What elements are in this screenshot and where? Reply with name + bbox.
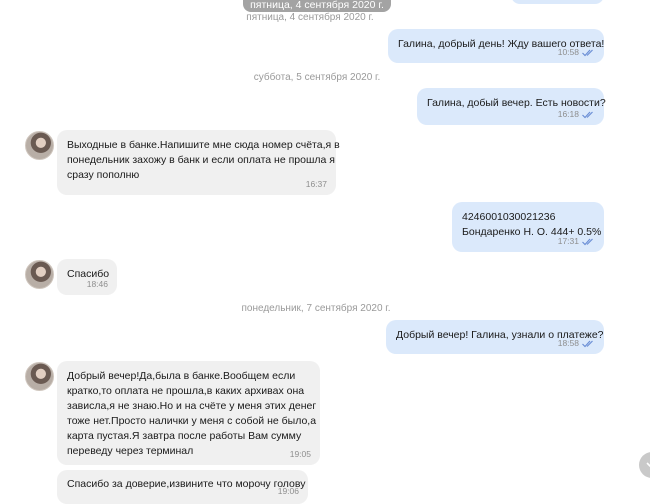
avatar[interactable] [25, 362, 54, 391]
date-separator-monday: понедельник, 7 сентября 2020 г. [241, 303, 391, 314]
scroll-down-button[interactable] [639, 452, 650, 478]
message-incoming[interactable]: Спасибо 18:46 [57, 259, 117, 295]
message-time: 16:18 [557, 109, 579, 119]
floating-date-header: пятница, 4 сентября 2020 г. [243, 0, 391, 12]
double-check-icon [582, 340, 595, 348]
message-time: 18:46 [86, 279, 108, 289]
message-outgoing[interactable]: 4246001030021236 Бондаренко Н. О. 444+ 0… [452, 202, 604, 252]
avatar[interactable] [25, 260, 54, 289]
message-incoming[interactable]: Спасибо за доверие,извините что морочу г… [57, 470, 308, 504]
message-time: 19:05 [289, 449, 311, 459]
message-time: 10:58 [557, 47, 579, 57]
message-outgoing[interactable]: Галина, добрый день! Жду вашего ответа! … [388, 29, 604, 63]
message-time: 16:37 [305, 179, 327, 189]
avatar[interactable] [25, 131, 54, 160]
date-separator-saturday: суббота, 5 сентября 2020 г. [253, 72, 381, 83]
message-text: Добрый вечер!Да,была в банке.Вообщем есл… [67, 370, 317, 457]
message-incoming[interactable]: Выходные в банке.Напишите мне сюда номер… [57, 130, 340, 195]
message-time: 19:06 [277, 486, 299, 496]
message-incoming[interactable]: Добрый вечер!Да,была в банке.Вообщем есл… [57, 361, 320, 465]
message-text: Выходные в банке.Напишите мне сюда номер… [67, 139, 340, 181]
message-outgoing[interactable]: Галина, добый вечер. Есть новости? 16:18 [417, 88, 606, 125]
message-time: 17:31 [557, 236, 579, 246]
message-outgoing[interactable]: Добрый вечер! Галина, узнали о платеже? … [386, 320, 604, 354]
double-check-icon [582, 111, 595, 119]
double-check-icon [582, 238, 595, 246]
message-text: Спасибо за доверие,извините что морочу г… [67, 478, 306, 490]
double-check-icon [582, 49, 595, 57]
date-separator-friday: пятница, 4 сентября 2020 г. [246, 12, 374, 23]
message-bubble-partial [511, 0, 604, 4]
message-time: 18:58 [557, 338, 579, 348]
